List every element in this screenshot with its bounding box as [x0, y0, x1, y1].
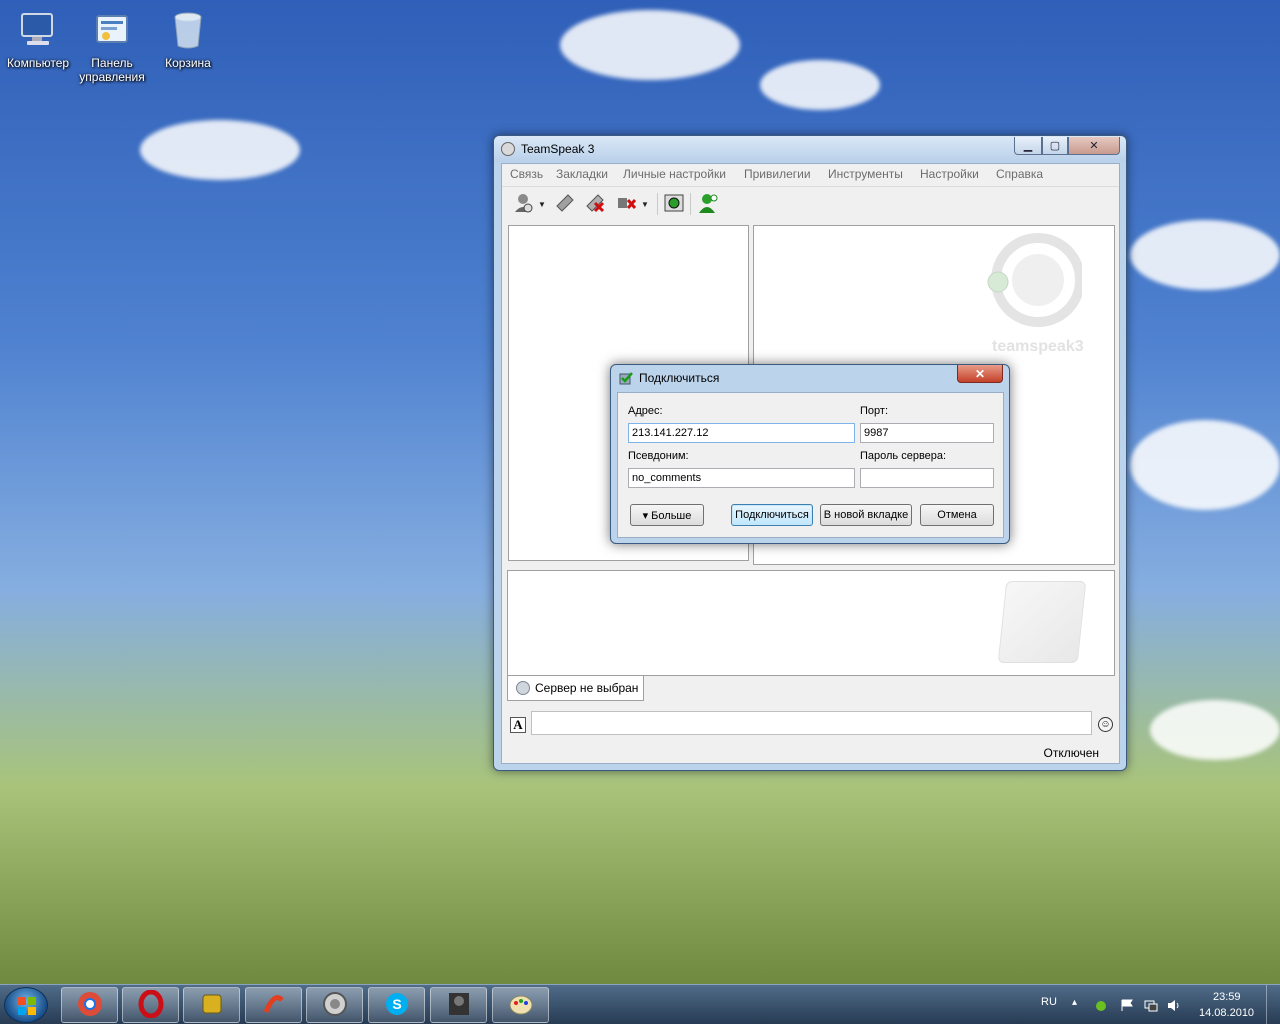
taskbar-app-3[interactable] [183, 987, 240, 1023]
start-button[interactable] [4, 987, 48, 1023]
desktop-icon-control-panel[interactable]: Панель управления [74, 8, 150, 84]
voice-chat-icon [321, 990, 349, 1021]
away-icon[interactable] [662, 192, 686, 214]
computer-icon [16, 8, 60, 52]
mute-icon[interactable] [614, 192, 638, 214]
connect-check-icon [619, 371, 633, 385]
chat-input[interactable] [531, 711, 1092, 735]
taskbar: S RU ▴ 23:59 14.08.2010 [0, 984, 1280, 1024]
server-password-label: Пароль сервера: [860, 450, 947, 462]
nickname-label: Псевдоним: [628, 450, 689, 462]
address-label: Адрес: [628, 405, 663, 417]
menu-bookmarks[interactable]: Закладки [556, 167, 608, 181]
network-icon[interactable] [1144, 999, 1158, 1012]
watermark-text: teamspeak3 [992, 338, 1084, 355]
desktop-icon-computer[interactable]: Компьютер [0, 8, 76, 70]
taskbar-app-4[interactable] [245, 987, 302, 1023]
dialog-body: Адрес: Порт: Псевдоним: Пароль сервера: … [617, 392, 1004, 538]
desktop-icon-label: Корзина [165, 56, 211, 70]
menu-self[interactable]: Личные настройки [623, 167, 726, 181]
cloud-decoration [1130, 420, 1280, 510]
window-titlebar[interactable]: TeamSpeak 3 ▁ ▢ ✕ [494, 136, 1126, 162]
recycle-bin-icon [166, 8, 210, 52]
font-format-button[interactable]: A [510, 717, 526, 733]
cloud-decoration [140, 120, 300, 180]
cloud-decoration [1130, 220, 1280, 290]
browser-icon [137, 989, 165, 1021]
port-label: Порт: [860, 405, 888, 417]
volume-icon[interactable] [1167, 999, 1181, 1012]
menu-tools[interactable]: Инструменты [828, 167, 903, 181]
menu-help[interactable]: Справка [996, 167, 1043, 181]
more-button[interactable]: ▾ Больше [630, 504, 704, 526]
address-input[interactable] [628, 423, 855, 443]
cloud-decoration [1150, 700, 1280, 760]
cloud-decoration [560, 10, 740, 80]
nickname-input[interactable] [628, 468, 855, 488]
bookmark-icon[interactable] [553, 192, 577, 214]
toolbar-separator [657, 193, 658, 215]
browser-icon [76, 990, 104, 1021]
language-indicator[interactable]: RU [1041, 996, 1057, 1008]
clock-time[interactable]: 23:59 [1213, 991, 1241, 1003]
connect-icon[interactable] [512, 192, 536, 214]
window-title: TeamSpeak 3 [521, 142, 595, 156]
disconnect-icon[interactable] [583, 192, 607, 214]
tab-label: Сервер не выбран [535, 681, 639, 695]
app-icon [198, 990, 226, 1021]
desktop-icon-label: Панель управления [79, 56, 145, 84]
server-icon [516, 681, 530, 695]
taskbar-paint[interactable] [492, 987, 549, 1023]
network-status-icon[interactable] [1094, 999, 1108, 1012]
app-icon [260, 990, 288, 1021]
menu-connections[interactable]: Связь [510, 167, 543, 181]
taskbar-messenger[interactable]: S [368, 987, 425, 1023]
port-input[interactable] [860, 423, 994, 443]
server-password-input[interactable] [860, 468, 994, 488]
chat-log-panel[interactable] [507, 570, 1115, 676]
connect-button[interactable]: Подключиться [731, 504, 813, 526]
dialog-close-button[interactable]: ✕ [957, 365, 1003, 383]
dialog-title: Подключиться [639, 371, 720, 385]
menu-bar: Связь Закладки Личные настройки Привилег… [502, 164, 1119, 184]
taskbar-teamspeak[interactable] [306, 987, 363, 1023]
desktop-icon-recycle-bin[interactable]: Корзина [150, 8, 226, 70]
minimize-button[interactable]: ▁ [1014, 137, 1042, 155]
smiley-icon[interactable]: ☺ [1098, 717, 1113, 732]
cloud-decoration [760, 60, 880, 110]
desktop-icon-label: Компьютер [6, 56, 70, 70]
svg-text:S: S [392, 996, 401, 1012]
messenger-icon: S [383, 990, 411, 1021]
taskbar-app-7[interactable] [430, 987, 487, 1023]
control-panel-icon [90, 8, 134, 52]
taskbar-browser-1[interactable] [61, 987, 118, 1023]
flag-icon[interactable] [1120, 999, 1134, 1012]
contacts-icon[interactable] [696, 192, 720, 214]
teamspeak-watermark-icon: teamspeak3 [986, 232, 1085, 362]
connection-status: Отключен [1043, 746, 1099, 760]
chevron-down-icon[interactable]: ▼ [538, 200, 546, 209]
close-button[interactable]: ✕ [1068, 137, 1120, 155]
chat-watermark-icon [997, 581, 1087, 663]
connect-dialog[interactable]: Подключиться ✕ Адрес: Порт: Псевдоним: П… [610, 364, 1010, 544]
clock-date[interactable]: 14.08.2010 [1199, 1007, 1254, 1019]
game-icon [445, 990, 473, 1021]
menu-permissions[interactable]: Привилегии [744, 167, 811, 181]
new-tab-button[interactable]: В новой вкладке [820, 504, 912, 526]
app-icon [501, 142, 515, 156]
chevron-down-icon[interactable]: ▼ [641, 200, 649, 209]
cancel-button[interactable]: Отмена [920, 504, 994, 526]
paint-icon [507, 990, 535, 1021]
taskbar-browser-2[interactable] [122, 987, 179, 1023]
toolbar-separator [690, 193, 691, 215]
dialog-titlebar[interactable]: Подключиться ✕ [611, 365, 1009, 389]
maximize-button[interactable]: ▢ [1042, 137, 1068, 155]
menu-settings[interactable]: Настройки [920, 167, 979, 181]
tray-expand-icon[interactable]: ▴ [1072, 997, 1077, 1008]
show-desktop-button[interactable] [1266, 985, 1280, 1024]
tab-server[interactable]: Сервер не выбран [507, 676, 644, 701]
toolbar: ▼ ▼ [502, 186, 1119, 218]
